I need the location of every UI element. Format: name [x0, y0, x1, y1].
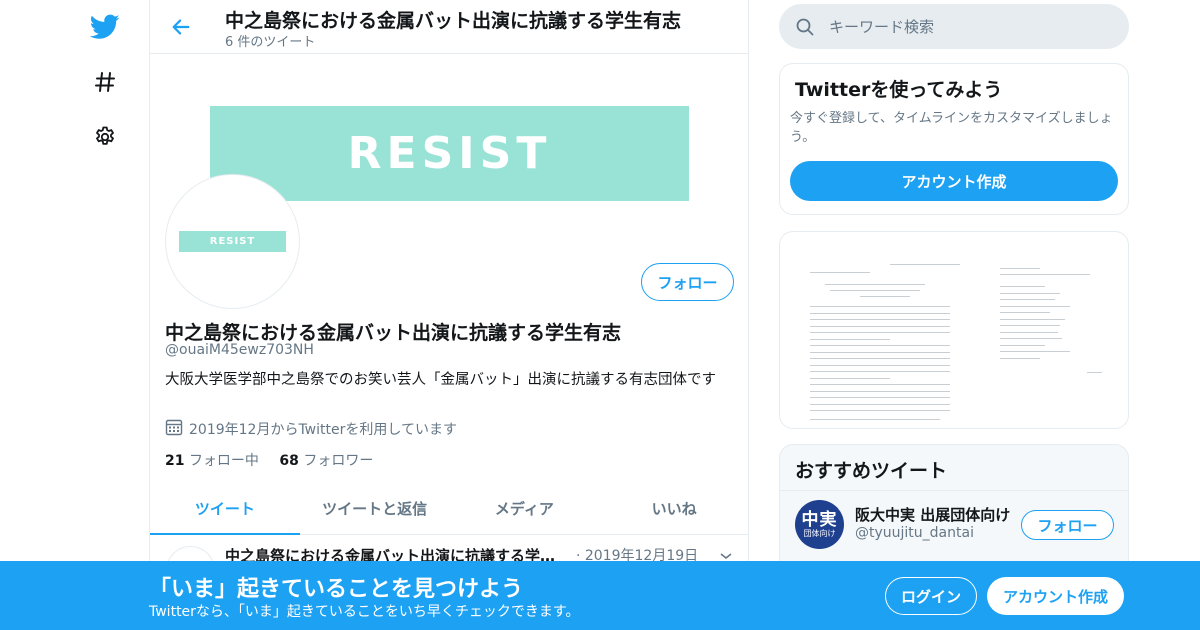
document-text-line [860, 296, 910, 297]
tab-media[interactable]: メディア [450, 482, 600, 534]
following-count: 21 [165, 453, 185, 469]
document-text-line [1000, 286, 1045, 287]
tab-tweets[interactable]: ツイート [150, 482, 300, 535]
tab-likes[interactable]: いいね [599, 482, 748, 534]
profile-bio: 大阪大学医学部中之島祭でのお笑い芸人「金属バット」出演に抗議する有志団体です [165, 372, 716, 388]
document-text-line [1000, 299, 1055, 300]
document-text-line [810, 345, 950, 346]
document-text-line [1000, 274, 1090, 275]
avatar-text: RESIST [209, 236, 256, 247]
reco-account-name[interactable]: 阪大中実 出展団体向け [855, 504, 1015, 525]
banner-text: RESIST [347, 128, 552, 179]
document-text-line [810, 384, 950, 385]
signup-card: Twitterを使ってみよう 今すぐ登録して、タイムラインをカスタマイズしましょ… [779, 63, 1129, 215]
followers-label: フォロワー [303, 453, 374, 469]
media-card[interactable] [779, 231, 1129, 429]
reco-account-handle[interactable]: @tyuujitu_dantai [855, 525, 974, 541]
page-title: 中之島祭における金属バット出演に抗議する学生有志 [225, 10, 682, 32]
document-text-line [1000, 268, 1040, 269]
bottom-bar-subtitle: Twitterなら、「いま」起きていることをいち早くチェックできます。 [149, 604, 580, 620]
document-text-line [1000, 351, 1070, 352]
document-text-line [1000, 312, 1050, 313]
following-link[interactable]: 21 フォロー中 [165, 453, 259, 469]
document-text-line [810, 364, 950, 366]
document-text-line [810, 306, 950, 307]
profile-handle[interactable]: @ouaiM45ewz703NH [165, 342, 314, 358]
document-text-line [810, 332, 950, 333]
document-text-line [1087, 372, 1102, 373]
hashtag-icon[interactable] [86, 63, 124, 101]
search-input[interactable] [829, 17, 1109, 36]
signup-card-text: 今すぐ登録して、タイムラインをカスタマイズしましょう。 [790, 111, 1113, 145]
gear-icon[interactable] [86, 118, 124, 156]
tweet-count: 6 件のツイート [225, 35, 316, 50]
document-image[interactable] [800, 254, 1112, 424]
document-text-line [1000, 292, 1060, 294]
signup-card-title: Twitterを使ってみよう [795, 79, 1003, 101]
document-text-line [890, 264, 960, 265]
document-text-line [810, 410, 950, 411]
reco-avatar-big: 中実 [801, 509, 838, 530]
page-header: 中之島祭における金属バット出演に抗議する学生有志 6 件のツイート [150, 0, 748, 54]
document-text-line [1000, 318, 1065, 320]
document-text-line [810, 403, 950, 405]
avatar-image: RESIST [179, 231, 286, 252]
document-text-line [1000, 331, 1058, 333]
reco-avatar-small: 団体向け [803, 528, 836, 538]
search-icon [795, 17, 815, 37]
document-text-line [825, 284, 925, 285]
recommended-title: おすすめツイート [795, 460, 948, 482]
joined-text: 2019年12月からTwitterを利用しています [189, 422, 457, 438]
document-text-line [810, 371, 950, 372]
document-text-line [810, 338, 890, 340]
document-text-line [810, 358, 950, 359]
document-text-line [810, 351, 950, 353]
main-column: 中之島祭における金属バット出演に抗議する学生有志 6 件のツイート RESIST… [149, 0, 749, 630]
signup-button[interactable]: アカウント作成 [987, 577, 1124, 615]
profile-banner[interactable]: RESIST [210, 106, 689, 201]
document-text-line [830, 290, 920, 291]
profile-avatar[interactable]: RESIST [166, 175, 299, 308]
calendar-icon [165, 418, 183, 440]
document-text-line [810, 390, 950, 392]
login-button[interactable]: ログイン [885, 577, 977, 615]
back-arrow-icon[interactable] [168, 14, 194, 40]
profile-tabs: ツイート ツイートと返信 メディア いいね [150, 482, 748, 535]
twitter-logo-icon[interactable] [86, 8, 124, 46]
bottom-bar-title: 「いま」起きていることを見つけよう [149, 577, 524, 602]
search-box[interactable] [779, 4, 1129, 49]
document-text-line [1000, 344, 1045, 346]
profile-stats: 21 フォロー中 68 フォロワー [165, 450, 373, 470]
follow-button[interactable]: フォロー [641, 263, 734, 301]
document-text-line [1000, 338, 1062, 339]
following-label: フォロー中 [188, 453, 259, 469]
followers-link[interactable]: 68 フォロワー [279, 453, 373, 469]
document-text-line [810, 419, 940, 420]
document-text-line [810, 397, 950, 398]
document-text-line [1000, 325, 1060, 326]
document-text-line [1000, 357, 1040, 359]
document-text-line [810, 377, 890, 379]
divider [780, 490, 1128, 491]
document-text-line [810, 312, 950, 314]
document-text-line [810, 325, 950, 327]
document-text-line [1000, 305, 1070, 307]
profile-name: 中之島祭における金属バット出演に抗議する学生有志 [165, 322, 622, 344]
followers-count: 68 [279, 453, 299, 469]
left-nav [80, 0, 130, 630]
reco-follow-button[interactable]: フォロー [1021, 510, 1114, 540]
document-text-line [810, 319, 950, 320]
document-text-line [810, 272, 870, 273]
reco-avatar[interactable]: 中実 団体向け [795, 500, 844, 549]
tab-tweets-replies[interactable]: ツイートと返信 [300, 482, 450, 534]
right-sidebar: Twitterを使ってみよう 今すぐ登録して、タイムラインをカスタマイズしましょ… [779, 0, 1129, 630]
profile-joined: 2019年12月からTwitterを利用しています [165, 418, 457, 440]
create-account-button[interactable]: アカウント作成 [790, 161, 1118, 201]
bottom-signup-bar: 「いま」起きていることを見つけよう Twitterなら、「いま」起きていることを… [0, 561, 1200, 630]
